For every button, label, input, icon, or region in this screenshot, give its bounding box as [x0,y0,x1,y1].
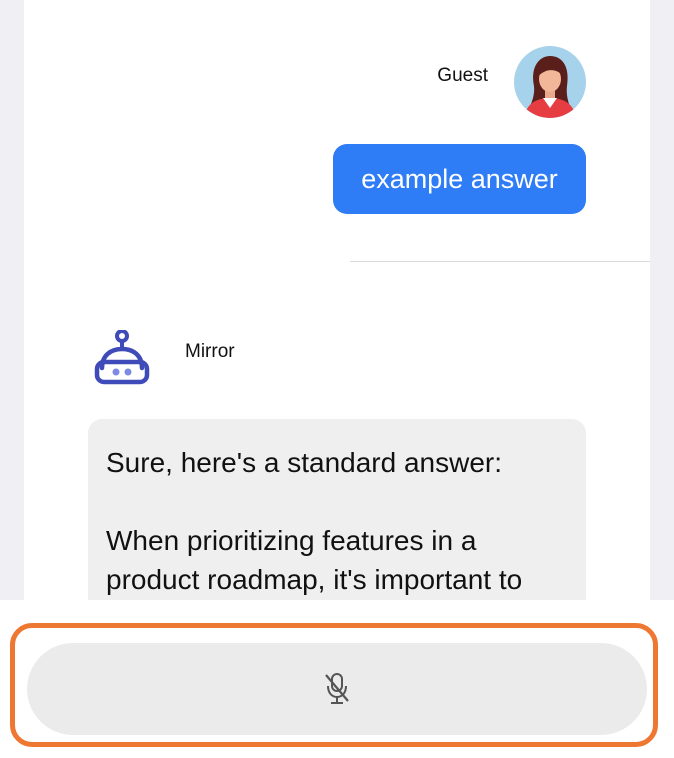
microphone-muted-icon [325,673,349,704]
guest-avatar [514,46,586,118]
message-paragraph: Sure, here's a standard answer: [106,447,503,478]
microphone-button[interactable] [27,643,647,735]
guest-message-bubble: example answer [333,144,586,214]
right-gutter [650,0,674,600]
robot-avatar [92,329,152,386]
mirror-message-bubble: Sure, here's a standard answer: When pri… [88,419,586,600]
chat-thread[interactable]: Guest example answer Mirror Sure, here's… [24,0,650,600]
message-paragraph: When prioritizing features in a product … [106,525,523,595]
robot-icon [94,329,150,385]
guest-sender-name: Guest [437,65,488,86]
chat-screen: Guest example answer Mirror Sure, here's… [0,0,674,758]
message-divider [350,261,650,262]
mirror-sender-name: Mirror [185,341,235,362]
woman-avatar-icon [524,56,576,118]
left-gutter [0,0,24,600]
